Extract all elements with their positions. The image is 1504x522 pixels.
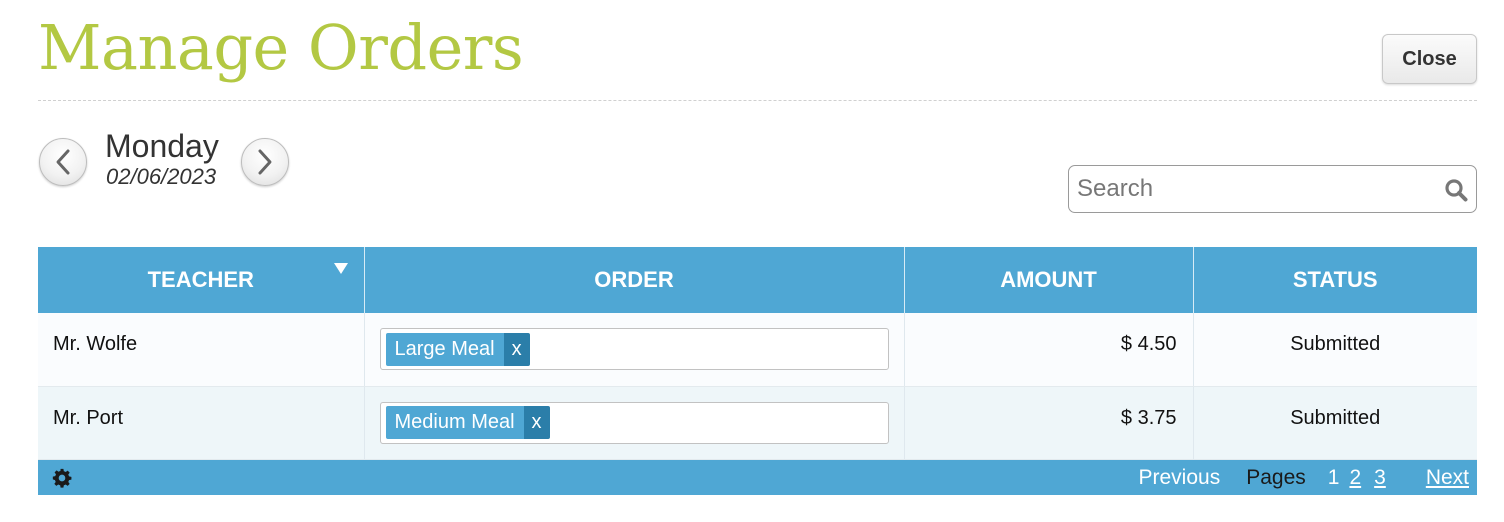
teacher-cell: Mr. Port: [38, 386, 365, 460]
column-header-label: TEACHER: [147, 267, 254, 292]
remove-tag-button[interactable]: x: [503, 332, 530, 366]
close-button[interactable]: Close: [1382, 34, 1477, 84]
column-header-teacher[interactable]: TEACHER: [38, 247, 365, 313]
next-day-button[interactable]: [241, 138, 289, 186]
orders-grid: TEACHER ORDER AMOUNT STATUS Mr. Wolfe La…: [38, 247, 1477, 495]
column-header-amount[interactable]: AMOUNT: [904, 247, 1194, 313]
table-row[interactable]: Mr. Wolfe Large Meal x $ 4.50 Submitted: [38, 313, 1477, 387]
search-icon[interactable]: [1444, 178, 1468, 202]
order-tag-field[interactable]: Large Meal x: [379, 328, 889, 370]
search-box: [1068, 165, 1477, 213]
column-header-label: ORDER: [594, 267, 674, 292]
page-title: Manage Orders: [38, 11, 524, 84]
search-input[interactable]: [1077, 172, 1427, 206]
order-tag-field[interactable]: Medium Meal x: [379, 401, 889, 444]
header-divider: [38, 100, 1477, 101]
chevron-left-icon: [56, 149, 70, 175]
page-link-3[interactable]: 3: [1374, 466, 1386, 490]
amount-cell: $ 3.75: [904, 386, 1194, 460]
day-date: 02/06/2023: [106, 164, 217, 189]
order-tag-label: Medium Meal: [385, 406, 524, 439]
teacher-cell: Mr. Wolfe: [38, 313, 365, 387]
chevron-right-icon: [258, 149, 272, 175]
sort-descending-icon: [333, 263, 348, 274]
order-tag: Medium Meal x: [385, 406, 550, 439]
column-header-status[interactable]: STATUS: [1193, 247, 1477, 313]
grid-footer: Previous Pages 1 2 3 Next: [38, 460, 1477, 495]
order-tag-label: Large Meal: [385, 332, 504, 366]
column-header-label: AMOUNT: [1000, 267, 1097, 292]
current-page: 1: [1327, 465, 1340, 489]
page-link-2[interactable]: 2: [1349, 466, 1361, 490]
pages-label: Pages: [1246, 465, 1306, 489]
amount-cell: $ 4.50: [904, 313, 1194, 387]
order-cell: Large Meal x: [364, 313, 905, 387]
table-row[interactable]: Mr. Port Medium Meal x $ 3.75 Submitted: [38, 386, 1477, 460]
status-cell: Submitted: [1193, 313, 1477, 387]
pager: Previous Pages 1 2 3 Next: [1139, 460, 1470, 495]
column-header-label: STATUS: [1292, 267, 1378, 292]
day-name: Monday: [105, 128, 219, 164]
manage-orders-page: Manage Orders Close Monday 02/06/2023 Se…: [0, 0, 1504, 522]
previous-day-button[interactable]: [39, 138, 87, 186]
status-cell: Submitted: [1193, 386, 1477, 460]
remove-tag-button[interactable]: x: [523, 406, 550, 439]
gear-icon[interactable]: [52, 468, 72, 488]
previous-page-link[interactable]: Previous: [1139, 466, 1221, 490]
orders-table: TEACHER ORDER AMOUNT STATUS Mr. Wolfe La…: [38, 247, 1477, 460]
order-cell: Medium Meal x: [364, 386, 905, 460]
order-tag: Large Meal x: [385, 332, 530, 366]
next-page-link[interactable]: Next: [1426, 466, 1469, 490]
header-row: TEACHER ORDER AMOUNT STATUS: [38, 247, 1477, 313]
column-header-order[interactable]: ORDER: [364, 247, 905, 313]
